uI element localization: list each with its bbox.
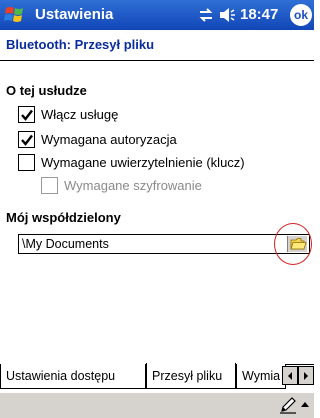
checkbox-checked[interactable] bbox=[18, 131, 35, 148]
title-bar: Ustawienia 18:47 ok bbox=[0, 0, 314, 30]
tab-label: Ustawienia dostępu bbox=[6, 369, 116, 383]
arrow-left-icon bbox=[288, 371, 292, 380]
heading-divider bbox=[0, 60, 314, 61]
connectivity-icon[interactable] bbox=[197, 6, 215, 24]
app-title: Ustawienia bbox=[35, 6, 114, 23]
shared-folder-label: Mój współdzielony bbox=[6, 210, 121, 225]
require-encryption-label: Wymagane szyfrowanie bbox=[64, 178, 202, 193]
tab-exchange[interactable]: Wymia bbox=[236, 364, 286, 389]
require-authorization-checkbox[interactable]: Wymagana autoryzacja bbox=[18, 131, 177, 148]
require-authentication-checkbox[interactable]: Wymagane uwierzytelnienie (klucz) bbox=[18, 154, 245, 171]
require-authentication-label: Wymagane uwierzytelnienie (klucz) bbox=[41, 155, 245, 170]
start-flag-icon[interactable] bbox=[3, 3, 29, 27]
tab-access-settings[interactable]: Ustawienia dostępu bbox=[0, 364, 146, 389]
checkbox-unchecked[interactable] bbox=[18, 154, 35, 171]
tab-label: Wymia bbox=[242, 369, 281, 383]
arrow-right-icon bbox=[304, 371, 308, 380]
page-title: Bluetooth: Przesył pliku bbox=[6, 37, 155, 52]
pen-icon[interactable] bbox=[279, 396, 297, 414]
tab-scroll-left-button[interactable] bbox=[282, 366, 298, 385]
menu-bar bbox=[0, 392, 314, 418]
service-section-label: O tej usłudze bbox=[6, 83, 87, 98]
checkbox-disabled bbox=[41, 177, 58, 194]
ok-button[interactable]: ok bbox=[290, 4, 312, 26]
require-authorization-label: Wymagana autoryzacja bbox=[41, 132, 177, 147]
tab-label: Przesył pliku bbox=[152, 368, 223, 383]
checkbox-checked[interactable] bbox=[18, 106, 35, 123]
shared-folder-input[interactable]: \My Documents bbox=[18, 234, 310, 254]
highlight-circle bbox=[274, 223, 312, 265]
tab-scroll-right-button[interactable] bbox=[298, 366, 314, 385]
require-encryption-checkbox: Wymagane szyfrowanie bbox=[41, 177, 202, 194]
enable-service-label: Włącz usługę bbox=[41, 107, 119, 122]
tab-file-transfer[interactable]: Przesył pliku bbox=[146, 363, 236, 389]
volume-icon[interactable] bbox=[219, 7, 237, 23]
shared-folder-value: \My Documents bbox=[22, 237, 109, 251]
clock[interactable]: 18:47 bbox=[240, 6, 278, 23]
input-panel-arrow-icon[interactable] bbox=[300, 397, 310, 413]
enable-service-checkbox[interactable]: Włącz usługę bbox=[18, 106, 118, 123]
